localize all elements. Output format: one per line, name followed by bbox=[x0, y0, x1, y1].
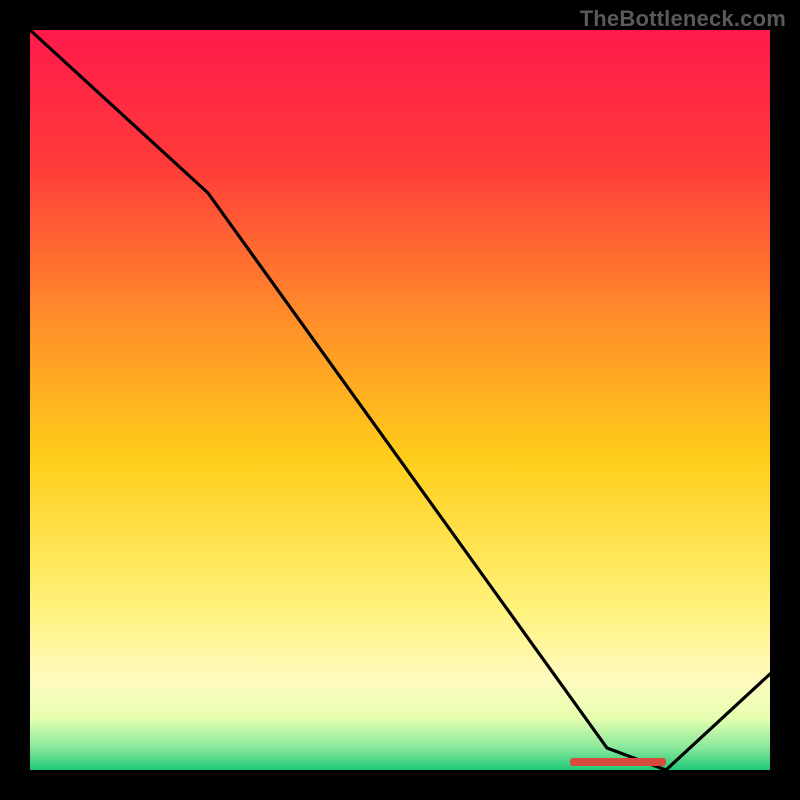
watermark-text: TheBottleneck.com bbox=[580, 6, 786, 32]
chart-stage: TheBottleneck.com bbox=[0, 0, 800, 800]
min-marker bbox=[570, 758, 666, 766]
plot-background bbox=[30, 30, 770, 770]
plot-svg bbox=[30, 30, 770, 770]
plot-area bbox=[30, 30, 770, 770]
